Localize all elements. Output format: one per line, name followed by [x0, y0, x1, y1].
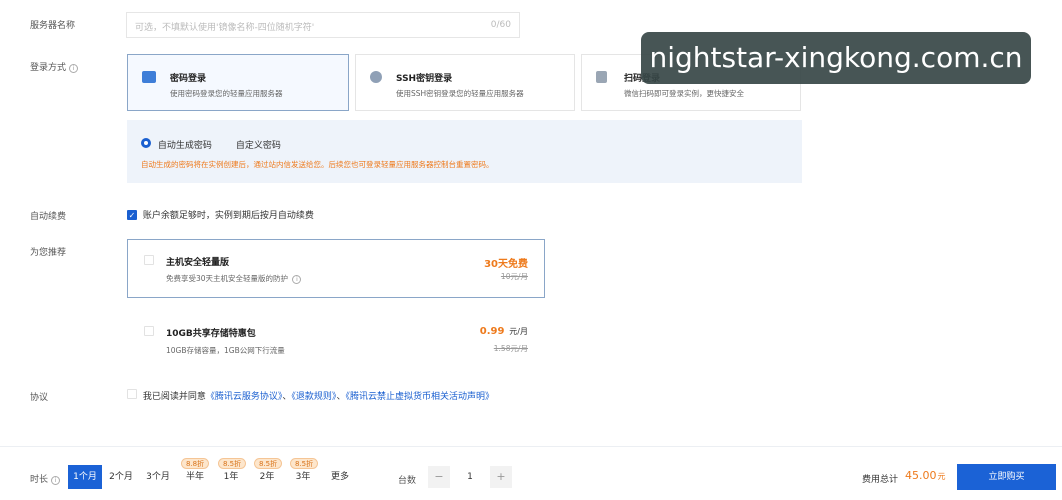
discount-badge: 8.5折: [290, 458, 319, 469]
buy-now-button[interactable]: 立即购买: [957, 464, 1056, 490]
info-icon[interactable]: i: [292, 275, 302, 284]
discount-badge: 8.5折: [218, 458, 247, 469]
total-label: 费用总计: [862, 475, 899, 485]
server-name-label: 服务器名称: [30, 21, 76, 31]
recommend-price-unit: 元/月: [509, 327, 528, 336]
info-icon[interactable]: i: [68, 64, 78, 73]
quantity-label: 台数: [398, 476, 417, 486]
discount-badge: 8.5折: [254, 458, 283, 469]
recommend-desc-wrap: 免费享受30天主机安全轻量版的防护 i: [166, 273, 302, 284]
auto-renew-label: 自动续费: [30, 212, 67, 222]
password-login-icon: [142, 71, 156, 83]
quantity-increase-button[interactable]: +: [490, 466, 512, 488]
total-price: 45.00: [905, 469, 937, 482]
duration-label-wrap: 时长 i: [30, 472, 60, 485]
recommend-title: 10GB共享存储特惠包: [166, 329, 256, 339]
server-name-counter: 0/60: [490, 20, 511, 30]
auto-renew-checkbox[interactable]: ✓: [127, 210, 137, 220]
recommend-checkbox[interactable]: [144, 326, 154, 336]
login-option-title: SSH密钥登录: [396, 74, 453, 84]
recommend-price: 0.99: [479, 326, 505, 337]
duration-2-months[interactable]: 2个月: [104, 465, 138, 489]
recommend-checkbox[interactable]: [144, 255, 154, 265]
agreement-prefix: 我已阅读并同意: [142, 392, 206, 402]
duration-label: 时长: [30, 475, 49, 485]
login-option-ssh[interactable]: SSH密钥登录 使用SSH密钥登录您的轻量应用服务器: [355, 54, 575, 111]
password-auto-option[interactable]: 自动生成密码: [141, 138, 212, 151]
total-price-unit: 元: [937, 472, 946, 481]
duration-more[interactable]: 更多: [322, 465, 358, 489]
recommend-price: 30天免费: [484, 259, 528, 270]
password-custom-option[interactable]: 自定义密码: [219, 138, 281, 151]
login-option-desc: 使用密码登录您的轻量应用服务器: [170, 89, 283, 98]
crypto-statement-link[interactable]: 《腾讯云禁止虚拟货币相关活动声明》: [345, 392, 494, 402]
login-option-password[interactable]: 密码登录 使用密码登录您的轻量应用服务器: [127, 54, 349, 111]
recommend-original-price: 10元/月: [500, 272, 528, 281]
watermark: nightstar-xingkong.com.cn: [641, 32, 1031, 84]
duration-3-months[interactable]: 3个月: [140, 465, 176, 489]
service-agreement-link[interactable]: 《腾讯云服务协议》: [206, 392, 283, 402]
recommend-item-storage[interactable]: 10GB共享存储特惠包 10GB存储容量，1GB公网下行流量 0.99 元/月 …: [127, 305, 545, 364]
recommend-desc: 免费享受30天主机安全轻量版的防护: [166, 274, 289, 283]
password-hint: 自动生成的密码将在实例创建后，通过站内信发送给您。后续您也可登录轻量应用服务器控…: [141, 160, 494, 169]
ssh-key-icon: [370, 71, 382, 83]
password-panel: 自动生成密码 自定义密码 自动生成的密码将在实例创建后，通过站内信发送给您。后续…: [127, 120, 802, 183]
login-option-desc: 微信扫码即可登录实例，更快捷安全: [624, 89, 744, 98]
password-auto-label: 自动生成密码: [157, 141, 212, 151]
qr-scan-icon: [596, 71, 607, 83]
recommend-label: 为您推荐: [30, 248, 67, 258]
quantity-input[interactable]: 1: [452, 466, 488, 488]
login-method-label: 登录方式 i: [30, 60, 78, 73]
recommend-desc: 10GB存储容量，1GB公网下行流量: [166, 346, 285, 355]
radio-auto-password[interactable]: [141, 138, 151, 148]
recommend-price-wrap: 0.99 元/月: [480, 326, 528, 337]
recommend-title: 主机安全轻量版: [166, 258, 230, 268]
recommend-item-host-security[interactable]: 主机安全轻量版 免费享受30天主机安全轻量版的防护 i 30天免费 10元/月: [127, 239, 545, 298]
total-price-wrap: 45.00元: [905, 469, 946, 482]
recommend-original-price: 1.58元/月: [493, 344, 528, 353]
refund-rules-link[interactable]: 《退款规则》: [291, 392, 336, 402]
auto-renew-text: 账户余额足够时，实例到期后按月自动续费: [142, 211, 314, 221]
discount-badge: 8.8折: [181, 458, 210, 469]
info-icon[interactable]: i: [50, 476, 60, 485]
duration-1-month[interactable]: 1个月: [68, 465, 102, 489]
agreement-label: 协议: [30, 393, 49, 403]
password-custom-label: 自定义密码: [235, 141, 281, 151]
login-option-title: 密码登录: [170, 74, 207, 84]
agreement-checkbox[interactable]: [127, 389, 137, 399]
server-name-input[interactable]: 可选，不填默认使用'镜像名称-四位随机字符' 0/60: [126, 12, 520, 38]
auto-renew-option[interactable]: ✓ 账户余额足够时，实例到期后按月自动续费: [127, 208, 314, 221]
login-option-desc: 使用SSH密钥登录您的轻量应用服务器: [396, 89, 524, 98]
server-name-placeholder: 可选，不填默认使用'镜像名称-四位随机字符': [135, 23, 315, 33]
agreement-row: 我已阅读并同意《腾讯云服务协议》、《退款规则》、《腾讯云禁止虚拟货币相关活动声明…: [127, 389, 494, 402]
radio-custom-password[interactable]: [219, 138, 229, 148]
quantity-decrease-button[interactable]: −: [428, 466, 450, 488]
